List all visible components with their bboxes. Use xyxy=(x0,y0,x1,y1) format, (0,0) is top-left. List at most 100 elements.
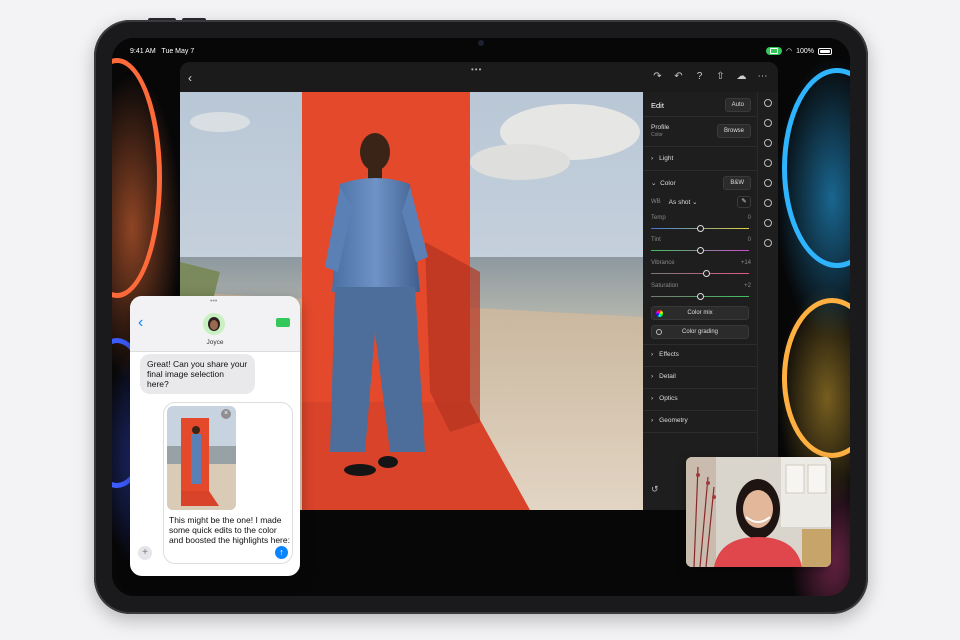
messages-handle[interactable]: ••• xyxy=(210,298,217,305)
contact-name[interactable]: Joyce xyxy=(130,339,300,346)
video-call-icon[interactable] xyxy=(276,318,290,327)
facetime-video xyxy=(686,457,831,567)
blur-icon[interactable] xyxy=(764,199,772,207)
status-time: 9:41 AM xyxy=(130,47,156,55)
detail-section[interactable]: › Detail xyxy=(651,373,751,380)
saturation-slider-knob[interactable] xyxy=(697,293,705,300)
avatar[interactable] xyxy=(203,313,225,335)
saturation-slider[interactable] xyxy=(651,293,749,300)
presets-icon[interactable] xyxy=(764,119,772,127)
divider xyxy=(643,366,757,367)
wb-row: WB As shot ⌄ ✎ xyxy=(651,196,751,208)
attached-photo-image xyxy=(167,406,236,510)
tint-label: Tint xyxy=(651,237,661,243)
vibrance-slider[interactable] xyxy=(651,270,749,277)
tint-slider-knob[interactable] xyxy=(696,247,704,254)
masking-icon[interactable] xyxy=(764,179,772,187)
compose-field[interactable]: × This might be the one! I made some qui… xyxy=(163,402,293,564)
profile-row: Profile Color Browse xyxy=(651,124,751,138)
redo-icon[interactable]: ↷ xyxy=(652,71,663,82)
color-section-header: ⌄ Color B&W xyxy=(651,176,751,190)
tint-row: Tint 0 xyxy=(651,237,751,243)
send-button[interactable]: ↑ xyxy=(275,546,288,559)
geometry-section[interactable]: › Geometry xyxy=(651,417,751,424)
optics-section[interactable]: › Optics xyxy=(651,395,751,402)
color-grading-label: Color grading xyxy=(681,329,719,335)
incoming-message: Great! Can you share your final image se… xyxy=(140,354,255,394)
history-icon[interactable] xyxy=(764,239,772,247)
tint-value: 0 xyxy=(747,237,751,243)
multitasking-handle[interactable]: ••• xyxy=(471,65,482,74)
undo-icon[interactable]: ↶ xyxy=(673,71,684,82)
wb-dropdown[interactable]: As shot ⌄ xyxy=(669,198,698,206)
optics-label: Optics xyxy=(659,395,678,402)
facetime-active-icon[interactable] xyxy=(765,47,782,55)
profile-value: Color xyxy=(651,132,663,138)
status-bar: 9:41 AM Tue May 7 ◠ 100% xyxy=(130,44,832,58)
browse-button[interactable]: Browse xyxy=(716,124,751,138)
edit-title: Edit xyxy=(651,100,664,110)
saturation-label: Saturation xyxy=(651,283,679,289)
saturation-row: Saturation +2 xyxy=(651,283,751,289)
battery-icon xyxy=(818,47,832,55)
divider xyxy=(643,432,757,433)
draft-message: This might be the one! I made some quick… xyxy=(169,515,290,545)
vibrance-slider-knob[interactable] xyxy=(703,270,711,277)
tint-slider[interactable] xyxy=(651,247,749,254)
saturation-value: +2 xyxy=(744,283,751,289)
divider xyxy=(643,170,757,171)
cloud-sync-icon[interactable]: ☁ xyxy=(736,71,747,82)
eyedropper-icon[interactable]: ✎ xyxy=(737,196,751,208)
color-mix-label: Color mix xyxy=(687,310,713,316)
add-attachment-button[interactable]: + xyxy=(138,546,152,560)
share-icon[interactable]: ⇧ xyxy=(715,71,726,82)
temp-label: Temp xyxy=(651,215,666,221)
back-chevron-icon[interactable]: ‹ xyxy=(138,314,143,332)
geometry-label: Geometry xyxy=(659,417,688,424)
vibrance-row: Vibrance +14 xyxy=(651,260,751,266)
effects-label: Effects xyxy=(659,351,679,358)
chevron-down-icon: ⌄ xyxy=(692,199,698,206)
bw-button[interactable]: B&W xyxy=(723,176,751,190)
color-wheel-icon xyxy=(656,310,663,317)
battery-percent: 100% xyxy=(796,47,814,55)
color-grading-button[interactable]: Color grading xyxy=(651,325,749,339)
healing-brush-icon[interactable] xyxy=(764,159,772,167)
toolbar-icons: ↷ ↶ ? ⇧ ☁ ⋯ xyxy=(652,71,768,82)
color-header-left[interactable]: ⌄ Color xyxy=(651,179,676,187)
status-right: ◠ 100% xyxy=(765,47,832,55)
attached-photo[interactable] xyxy=(167,406,236,510)
status-left: 9:41 AM Tue May 7 xyxy=(130,48,194,55)
temp-slider-knob[interactable] xyxy=(696,225,704,232)
stage: 9:41 AM Tue May 7 ◠ 100% ••• ‹ ↷ ↶ ? ⇧ ☁… xyxy=(0,0,960,640)
divider xyxy=(643,146,757,147)
remove-attachment-icon[interactable]: × xyxy=(221,409,231,419)
facetime-pip[interactable] xyxy=(686,457,831,567)
chevron-right-icon: › xyxy=(651,417,654,424)
messages-header: ••• ‹ Joyce xyxy=(130,296,300,352)
edit-sliders-icon[interactable] xyxy=(764,99,772,107)
light-section[interactable]: › Light xyxy=(651,155,751,162)
profile-label: Profile xyxy=(651,124,670,131)
tool-rail xyxy=(757,92,778,510)
temp-row: Temp 0 xyxy=(651,215,751,221)
reset-icon[interactable]: ↺ xyxy=(651,484,659,495)
divider xyxy=(643,388,757,389)
back-button[interactable]: ‹ xyxy=(188,71,192,85)
chevron-right-icon: › xyxy=(651,395,654,402)
help-icon[interactable]: ? xyxy=(694,71,705,82)
divider xyxy=(643,410,757,411)
memoji-icon xyxy=(208,317,220,331)
color-mix-button[interactable]: Color mix xyxy=(651,306,749,320)
temp-value: 0 xyxy=(747,215,751,221)
temp-slider[interactable] xyxy=(651,225,749,232)
auto-button[interactable]: Auto xyxy=(724,98,751,112)
chevron-down-icon: ⌄ xyxy=(651,180,657,187)
effects-section[interactable]: › Effects xyxy=(651,351,751,358)
divider xyxy=(643,344,757,345)
vibrance-label: Vibrance xyxy=(651,260,675,266)
crop-icon[interactable] xyxy=(764,139,772,147)
more-icon[interactable]: ⋯ xyxy=(757,71,768,82)
color-grading-icon xyxy=(656,329,662,335)
versions-icon[interactable] xyxy=(764,219,772,227)
